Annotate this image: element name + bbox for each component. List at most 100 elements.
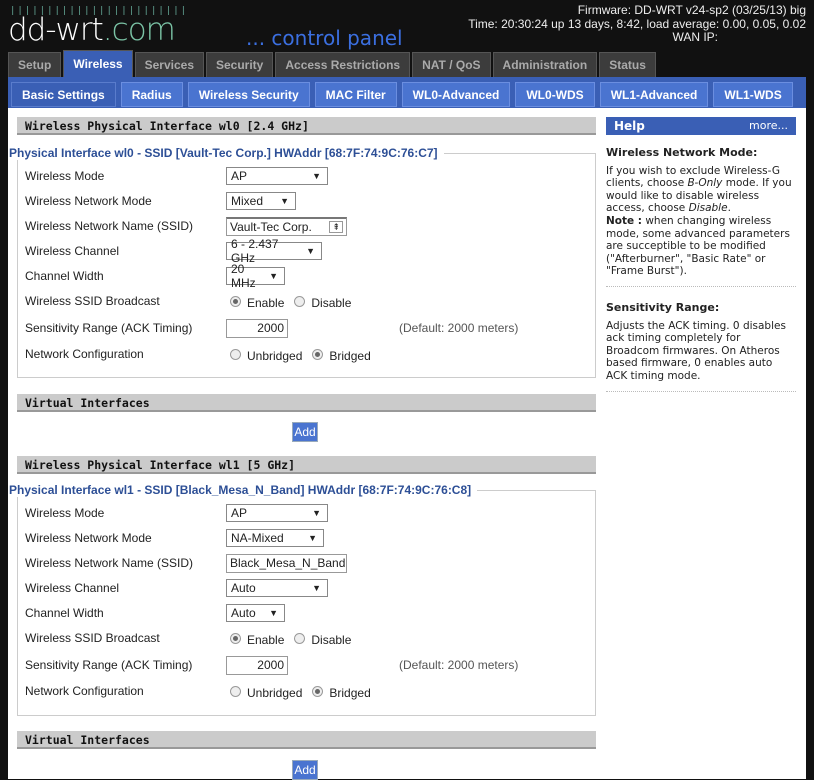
logo: dd-wrt.com xyxy=(8,12,176,48)
wl1-bridged-radio[interactable] xyxy=(312,685,324,697)
wl1-width-select[interactable]: Auto ▼ xyxy=(226,604,285,622)
label: Channel Width xyxy=(25,269,104,283)
wl0-width-select[interactable]: 20 MHz ▼ xyxy=(226,262,285,290)
wl0-row-netconf: Network Configuration Unbridged Bridged xyxy=(25,345,585,365)
tab-security[interactable]: Security xyxy=(206,52,274,77)
text: Disable xyxy=(688,202,728,215)
wl1-ack-input[interactable]: 2000 xyxy=(226,656,288,675)
subtab-mac-filter[interactable]: MAC Filter xyxy=(314,82,397,107)
help-heading: Wireless Network Mode: xyxy=(606,146,758,159)
wl0-mode-select[interactable]: AP ▼ xyxy=(226,167,328,185)
help-text: Adjusts the ACK timing. 0 disables ack t… xyxy=(606,319,786,382)
wl1-virtual-header: Virtual Interfaces xyxy=(17,731,596,749)
header: |||||||||||||||||||||||| dd-wrt.com ... … xyxy=(0,0,814,52)
subtab-wl1-wds[interactable]: WL1-WDS xyxy=(713,82,793,107)
label: Wireless Network Name (SSID) xyxy=(25,556,194,570)
value: Auto xyxy=(231,606,256,620)
wl0-ack-input[interactable]: 2000 xyxy=(226,319,288,338)
label: Wireless Network Name (SSID) xyxy=(25,219,194,233)
label: Wireless SSID Broadcast xyxy=(25,294,160,308)
wl0-virtual-header: Virtual Interfaces xyxy=(17,394,596,412)
wl1-netmode-select[interactable]: NA-Mixed ▼ xyxy=(226,529,324,547)
dropdown-arrow-icon: ▼ xyxy=(312,171,321,181)
tab-setup[interactable]: Setup xyxy=(8,52,62,77)
password-manager-icon[interactable]: ⇞ xyxy=(329,221,343,233)
help-heading: Sensitivity Range: xyxy=(606,301,720,314)
wl0-broadcast-disable-radio[interactable] xyxy=(294,295,306,307)
help-header: Help more... xyxy=(606,117,796,135)
text: . xyxy=(727,202,731,215)
wl0-bridged-radio[interactable] xyxy=(312,348,324,360)
help-title: Help xyxy=(614,119,645,133)
label: Bridged xyxy=(329,686,371,700)
value: 6 - 2.437 GHz xyxy=(231,237,279,265)
wl1-row-width: Channel Width Auto ▼ xyxy=(25,604,585,624)
subtab-wl1-advanced[interactable]: WL1-Advanced xyxy=(599,82,709,107)
wl1-unbridged-radio[interactable] xyxy=(230,685,241,697)
dropdown-arrow-icon: ▼ xyxy=(308,533,317,543)
wl0-add-virtual-button[interactable]: Add xyxy=(292,422,318,442)
ack-default: (Default: 2000 meters) xyxy=(399,658,519,672)
router-info: Firmware: DD-WRT v24-sp2 (03/25/13) big … xyxy=(468,3,806,45)
text: B-Only xyxy=(687,177,723,190)
label: Wireless Mode xyxy=(25,169,105,183)
tab-status[interactable]: Status xyxy=(599,52,656,77)
wl0-channel-select[interactable]: 6 - 2.437 GHz ▼ xyxy=(226,237,322,265)
wl0-row-ack: Sensitivity Range (ACK Timing) 2000 (Defau… xyxy=(25,319,585,339)
label: Wireless Channel xyxy=(25,244,120,258)
tab-wireless[interactable]: Wireless xyxy=(63,50,133,77)
subtab-basic-settings[interactable]: Basic Settings xyxy=(11,82,116,107)
subtab-wireless-security[interactable]: Wireless Security xyxy=(187,82,310,107)
label: Channel Width xyxy=(25,606,104,620)
label: Wireless Channel xyxy=(25,581,120,595)
help-text: If you wish to exclude Wireless-G client… xyxy=(606,165,796,278)
wl0-broadcast-enable-radio[interactable] xyxy=(230,295,241,307)
subtab-wl0-advanced[interactable]: WL0-Advanced xyxy=(401,82,511,107)
wl0-netmode-select[interactable]: Mixed ▼ xyxy=(226,192,296,210)
value: NA-Mixed xyxy=(231,531,284,545)
subtab-radius[interactable]: Radius xyxy=(120,82,183,107)
value: Mixed xyxy=(231,194,264,208)
label: Bridged xyxy=(329,349,371,363)
wan-ip: WAN IP: xyxy=(672,30,718,44)
dropdown-arrow-icon: ▼ xyxy=(269,608,278,618)
dropdown-arrow-icon: ▼ xyxy=(312,583,321,593)
label: Wireless Network Mode xyxy=(25,194,152,208)
wl1-mode-select[interactable]: AP ▼ xyxy=(226,504,328,522)
label: Network Configuration xyxy=(25,347,144,361)
wl1-channel-select[interactable]: Auto ▼ xyxy=(226,579,328,597)
value: Auto xyxy=(231,581,256,595)
value: Vault-Tec Corp. xyxy=(230,220,312,234)
tab-administration[interactable]: Administration xyxy=(492,52,598,77)
logo-text: dd-wrt xyxy=(8,12,104,48)
wl1-ssid-input[interactable]: Black_Mesa_N_Band xyxy=(226,554,347,573)
label: Wireless Mode xyxy=(25,506,105,520)
help-more-link[interactable]: more... xyxy=(749,117,788,135)
label: Disable xyxy=(311,296,352,310)
wl0-section-header: Wireless Physical Interface wl0 [2.4 GHz… xyxy=(17,117,596,135)
value: AP xyxy=(231,506,248,520)
tab-access-restrictions[interactable]: Access Restrictions xyxy=(275,52,411,77)
subtab-wl0-wds[interactable]: WL0-WDS xyxy=(515,82,595,107)
wl0-ssid-input[interactable]: Vault-Tec Corp. ⇞ xyxy=(226,217,347,236)
label: Disable xyxy=(311,633,352,647)
tab-nat-qos[interactable]: NAT / QoS xyxy=(412,52,491,77)
wl1-legend: Physical Interface wl1 - SSID [Black_Mes… xyxy=(9,483,478,497)
subtabs: Basic Settings Radius Wireless Security … xyxy=(11,82,793,107)
wl0-unbridged-radio[interactable] xyxy=(230,348,241,360)
wl1-add-virtual-button[interactable]: Add xyxy=(292,760,318,780)
wl0-row-netmode: Wireless Network Mode Mixed ▼ xyxy=(25,192,585,212)
tab-services[interactable]: Services xyxy=(134,52,204,77)
dropdown-arrow-icon: ▼ xyxy=(269,271,278,281)
wl1-broadcast-disable-radio[interactable] xyxy=(294,632,306,644)
dropdown-arrow-icon: ▼ xyxy=(280,196,289,206)
value: AP xyxy=(231,169,248,183)
wl1-row-broadcast: Wireless SSID Broadcast Enable Disable xyxy=(25,629,585,649)
help-network-mode: Wireless Network Mode: If you wish to ex… xyxy=(606,146,796,287)
label: Wireless Network Mode xyxy=(25,531,152,545)
text: Note : xyxy=(606,214,642,227)
wl1-broadcast-enable-radio[interactable] xyxy=(230,632,241,644)
wl0-row-channel: Wireless Channel 6 - 2.437 GHz ▼ xyxy=(25,237,585,265)
wl1-row-channel: Wireless Channel Auto ▼ xyxy=(25,579,585,599)
wl1-row-netconf: Network Configuration Unbridged Bridged xyxy=(25,682,585,702)
